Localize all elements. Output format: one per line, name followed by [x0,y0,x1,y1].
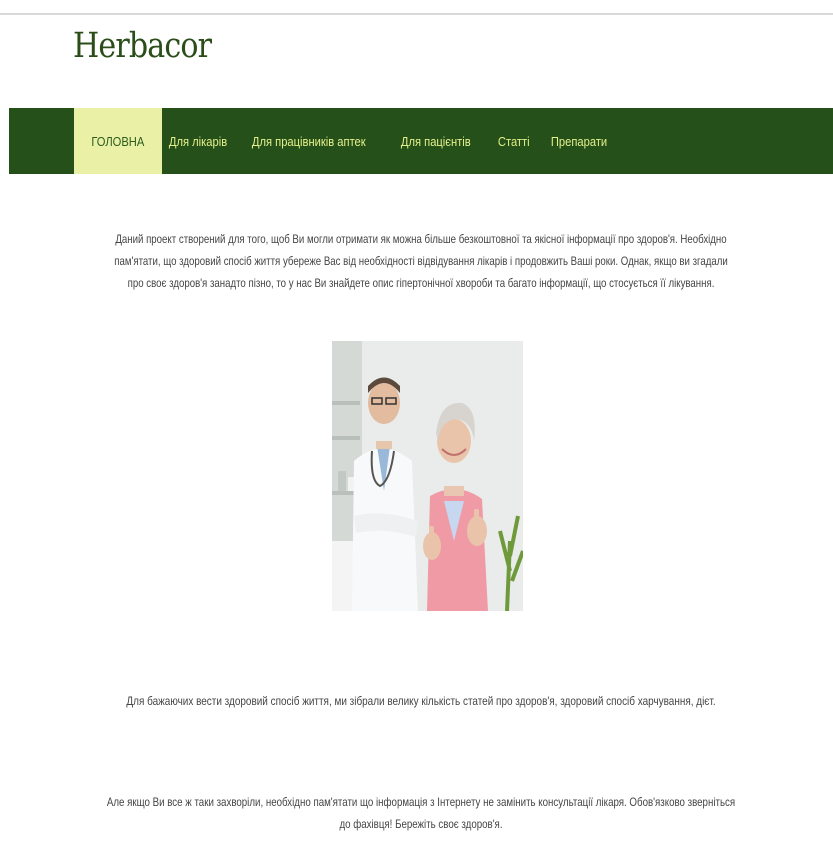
main-navigation: ГОЛОВНА Для лікарів Для працівників апте… [9,108,833,174]
nav-item-for-doctors[interactable]: Для лікарів [162,108,234,174]
doctor-and-patient-photo [332,341,523,611]
nav-item-products[interactable]: Препарати [544,108,614,174]
articles-paragraph: Для бажаючих вести здоровий спосіб життя… [126,694,716,708]
nav-item-label: ГОЛОВНА [91,133,145,149]
nav-item-for-patients[interactable]: Для пацієнтів [394,108,478,174]
intro-paragraph: Даний проект створений для того, щоб Ви … [114,232,728,290]
site-title[interactable]: Herbacor [73,26,212,66]
nav-item-for-pharmacists[interactable]: Для працівників аптек [245,108,373,174]
top-divider [0,13,833,15]
nav-item-articles[interactable]: Статті [491,108,537,174]
warning-paragraph: Але якщо Ви все ж таки захворіли, необхі… [106,795,736,831]
nav-item-home[interactable]: ГОЛОВНА [74,108,162,174]
